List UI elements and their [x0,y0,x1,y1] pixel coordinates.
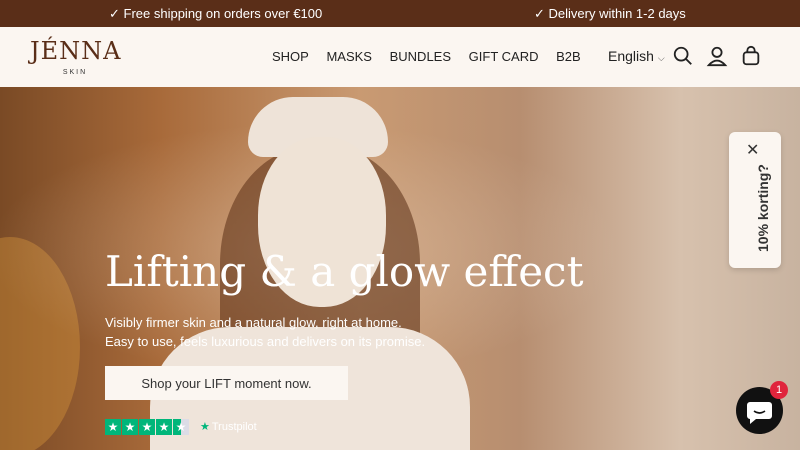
nav-item-masks[interactable]: MASKS [326,49,372,64]
close-icon[interactable]: ✕ [746,140,759,160]
star-icon: ★ [105,419,121,435]
site-header: JÉNNA SKIN SHOP MASKS BUNDLES GIFT CARD … [0,27,800,87]
hero-banner: Lifting & a glow effect Visibly firmer s… [0,87,800,450]
half-star-icon: ★ [173,419,189,435]
nav-item-bundles[interactable]: BUNDLES [390,49,451,64]
main-nav: SHOP MASKS BUNDLES GIFT CARD B2B [272,49,595,64]
cart-icon[interactable] [740,45,762,67]
trustpilot-star-icon: ★ [200,421,210,433]
search-icon[interactable] [672,45,694,67]
star-icon: ★ [156,419,172,435]
announcement-bar: ✓ Free shipping on orders over €100 ✓ De… [0,0,800,27]
hero-subtitle-line2: Easy to use, feels luxurious and deliver… [105,334,426,349]
star-icon: ★ [122,419,138,435]
hero-title: Lifting & a glow effect [105,247,584,296]
trustpilot-stars[interactable]: ★ ★ ★ ★ ★ [105,418,190,435]
announcement-delivery: ✓ Delivery within 1-2 days [534,6,686,21]
chat-notification-badge: 1 [770,381,788,399]
language-label: English [608,48,654,64]
discount-label: 10% korting? [755,164,771,252]
trustpilot-logo[interactable]: ★ Trustpilot [200,420,257,433]
nav-item-shop[interactable]: SHOP [272,49,309,64]
hero-subtitle-line1: Visibly firmer skin and a natural glow, … [105,315,402,330]
logo-sub: SKIN [62,69,88,76]
chevron-down-icon: ⌵ [657,53,665,63]
logo[interactable]: JÉNNA SKIN [30,37,120,81]
logo-main: JÉNNA [30,37,122,65]
trustpilot-label: Trustpilot [211,421,257,433]
discount-popup-tab[interactable]: ✕ 10% korting? [729,132,781,268]
star-icon: ★ [139,419,155,435]
shop-lift-button[interactable]: Shop your LIFT moment now. [105,366,348,400]
nav-item-b2b[interactable]: B2B [556,49,581,64]
account-icon[interactable] [706,45,728,67]
nav-item-gift-card[interactable]: GIFT CARD [469,49,539,64]
language-selector[interactable]: English ⌵ [608,48,665,64]
announcement-free-shipping: ✓ Free shipping on orders over €100 [109,6,323,21]
